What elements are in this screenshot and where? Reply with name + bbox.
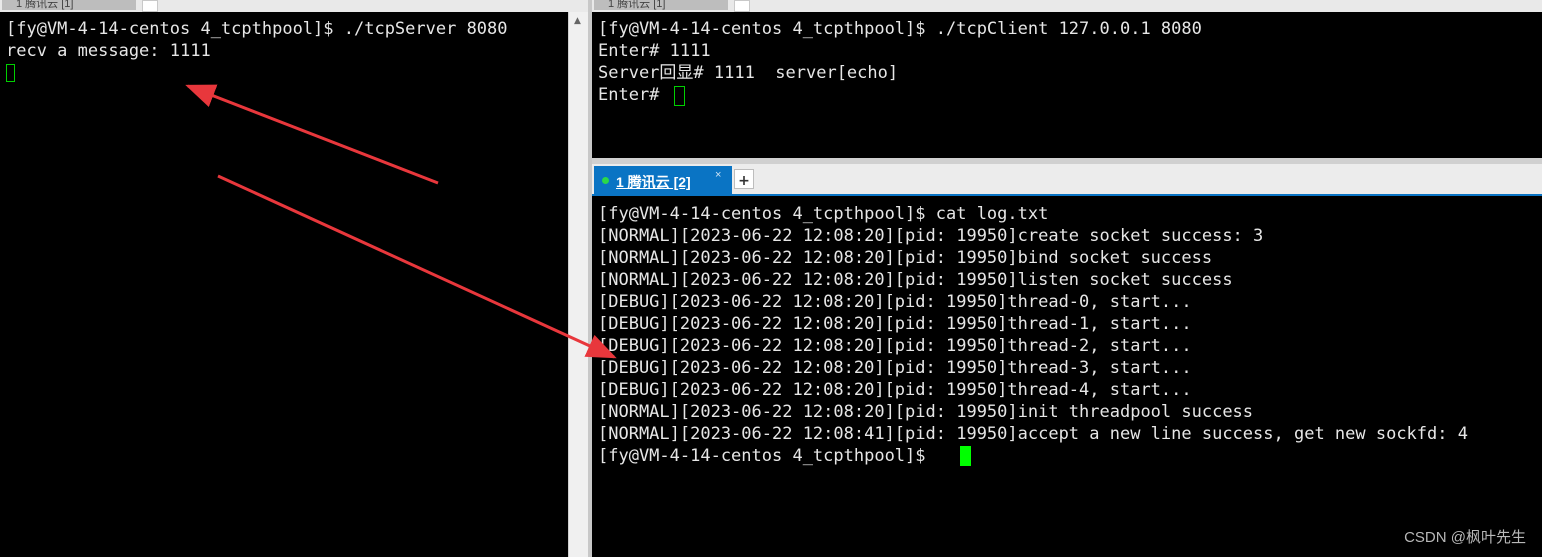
scroll-up-arrow-icon[interactable]: ▲ [574, 16, 581, 26]
terminal-line: [DEBUG][2023-06-22 12:08:20][pid: 19950]… [598, 358, 1192, 378]
bottom-right-tab-strip: 1 腾讯云 [2] × + [592, 164, 1542, 196]
status-dot-icon [602, 177, 609, 184]
terminal-line: [fy@VM-4-14-centos 4_tcpthpool]$ ./tcpSe… [6, 19, 508, 39]
left-session-tab[interactable]: 1 腾讯云 [1] [2, 0, 136, 10]
terminal-line: Server回显# 1111 server[echo] [598, 63, 899, 83]
top-right-terminal-pane[interactable]: [fy@VM-4-14-centos 4_tcpthpool]$ ./tcpCl… [592, 12, 1542, 158]
add-tab-button[interactable]: + [734, 169, 754, 189]
terminal-line: [fy@VM-4-14-centos 4_tcpthpool]$ cat log… [598, 204, 1049, 224]
left-scrollbar[interactable]: ▲ [568, 12, 589, 557]
top-right-tab-strip: 1 腾讯云 [1] [592, 0, 1542, 12]
terminal-line: recv a message: 1111 [6, 41, 211, 61]
terminal-line: [NORMAL][2023-06-22 12:08:41][pid: 19950… [598, 424, 1468, 444]
bottom-right-session-tab[interactable]: 1 腾讯云 [2] × [594, 166, 732, 194]
bottom-right-terminal-pane[interactable]: [fy@VM-4-14-centos 4_tcpthpool]$ cat log… [592, 196, 1542, 557]
left-terminal-pane[interactable]: [fy@VM-4-14-centos 4_tcpthpool]$ ./tcpSe… [0, 12, 568, 557]
terminal-line: [DEBUG][2023-06-22 12:08:20][pid: 19950]… [598, 292, 1192, 312]
terminal-line: [fy@VM-4-14-centos 4_tcpthpool]$ [598, 446, 936, 466]
bottom-right-session-tab-label: 1 腾讯云 [2] [616, 174, 691, 190]
top-right-session-tab-label: 1 腾讯云 [1] [608, 0, 666, 10]
top-right-new-tab-button[interactable] [734, 0, 750, 12]
left-tab-strip: 1 腾讯云 [1] [0, 0, 588, 12]
watermark: CSDN @枫叶先生 [1404, 529, 1526, 546]
terminal-line: [DEBUG][2023-06-22 12:08:20][pid: 19950]… [598, 380, 1192, 400]
terminal-cursor [6, 64, 15, 82]
terminal-cursor [674, 86, 685, 106]
terminal-line: [DEBUG][2023-06-22 12:08:20][pid: 19950]… [598, 314, 1192, 334]
terminal-line: Enter# 1111 [598, 41, 711, 61]
terminal-line: [DEBUG][2023-06-22 12:08:20][pid: 19950]… [598, 336, 1192, 356]
terminal-cursor [960, 446, 971, 466]
left-new-tab-button[interactable] [142, 0, 158, 12]
tab-close-icon[interactable]: × [715, 169, 721, 181]
terminal-line: [NORMAL][2023-06-22 12:08:20][pid: 19950… [598, 248, 1213, 268]
top-right-session-tab[interactable]: 1 腾讯云 [1] [594, 0, 728, 10]
left-session-tab-label: 1 腾讯云 [1] [16, 0, 74, 10]
terminal-line: [fy@VM-4-14-centos 4_tcpthpool]$ ./tcpCl… [598, 19, 1202, 39]
plus-icon: + [738, 173, 750, 189]
terminal-line: [NORMAL][2023-06-22 12:08:20][pid: 19950… [598, 270, 1233, 290]
terminal-line: Enter# [598, 85, 670, 105]
terminal-line: [NORMAL][2023-06-22 12:08:20][pid: 19950… [598, 402, 1254, 422]
terminal-line: [NORMAL][2023-06-22 12:08:20][pid: 19950… [598, 226, 1264, 246]
